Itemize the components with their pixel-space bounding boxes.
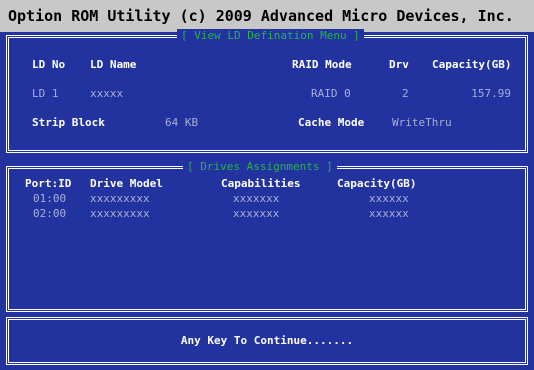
drives-assignments-panel: [ Drives Assignments ] Port:ID Drive Mod… [6, 160, 528, 312]
header-drive-model: Drive Model [90, 177, 163, 190]
drv-value: 2 [402, 87, 409, 100]
capacity-value: 157.99 [471, 87, 511, 100]
raid-mode-value: RAID 0 [311, 87, 351, 100]
drive-port-id: 02:00 [33, 207, 67, 220]
drive-capabilities: xxxxxxx [233, 192, 280, 205]
drive-capabilities: xxxxxxx [233, 207, 280, 220]
header-port-id: Port:ID [25, 177, 72, 190]
drive-port-id: 01:00 [33, 192, 67, 205]
header-drv: Drv [389, 58, 409, 71]
drive-model: xxxxxxxxx [90, 192, 150, 205]
header-ld-name: LD Name [90, 58, 137, 71]
ld-name-value: xxxxx [90, 87, 124, 100]
drive-model: xxxxxxxxx [90, 207, 150, 220]
header-capabilities: Capabilities [221, 177, 301, 190]
drives-panel-title: [ Drives Assignments ] [183, 160, 337, 174]
ld-no-value: LD 1 [32, 87, 59, 100]
app-title: Option ROM Utility (c) 2009 Advanced Mic… [8, 7, 514, 25]
continue-prompt: Any Key To Continue....... [180, 334, 354, 347]
strip-block-value: 64 KB [165, 116, 199, 129]
cache-mode-label: Cache Mode [298, 116, 365, 129]
header-capacity: Capacity(GB) [432, 58, 512, 71]
header-drive-capacity: Capacity(GB) [337, 177, 417, 190]
cache-mode-value: WriteThru [392, 116, 452, 129]
strip-block-label: Strip Block [32, 116, 105, 129]
drive-capacity: xxxxxx [369, 207, 409, 220]
drive-capacity: xxxxxx [369, 192, 409, 205]
header-raid-mode: RAID Mode [292, 58, 352, 71]
ld-panel-title: [ View LD Defination Menu ] [177, 29, 364, 43]
header-ld-no: LD No [32, 58, 66, 71]
app-title-bar: Option ROM Utility (c) 2009 Advanced Mic… [0, 0, 534, 32]
ld-definition-panel: [ View LD Defination Menu ] LD No LD Nam… [6, 29, 528, 153]
continue-panel[interactable]: Any Key To Continue....... [6, 317, 528, 365]
